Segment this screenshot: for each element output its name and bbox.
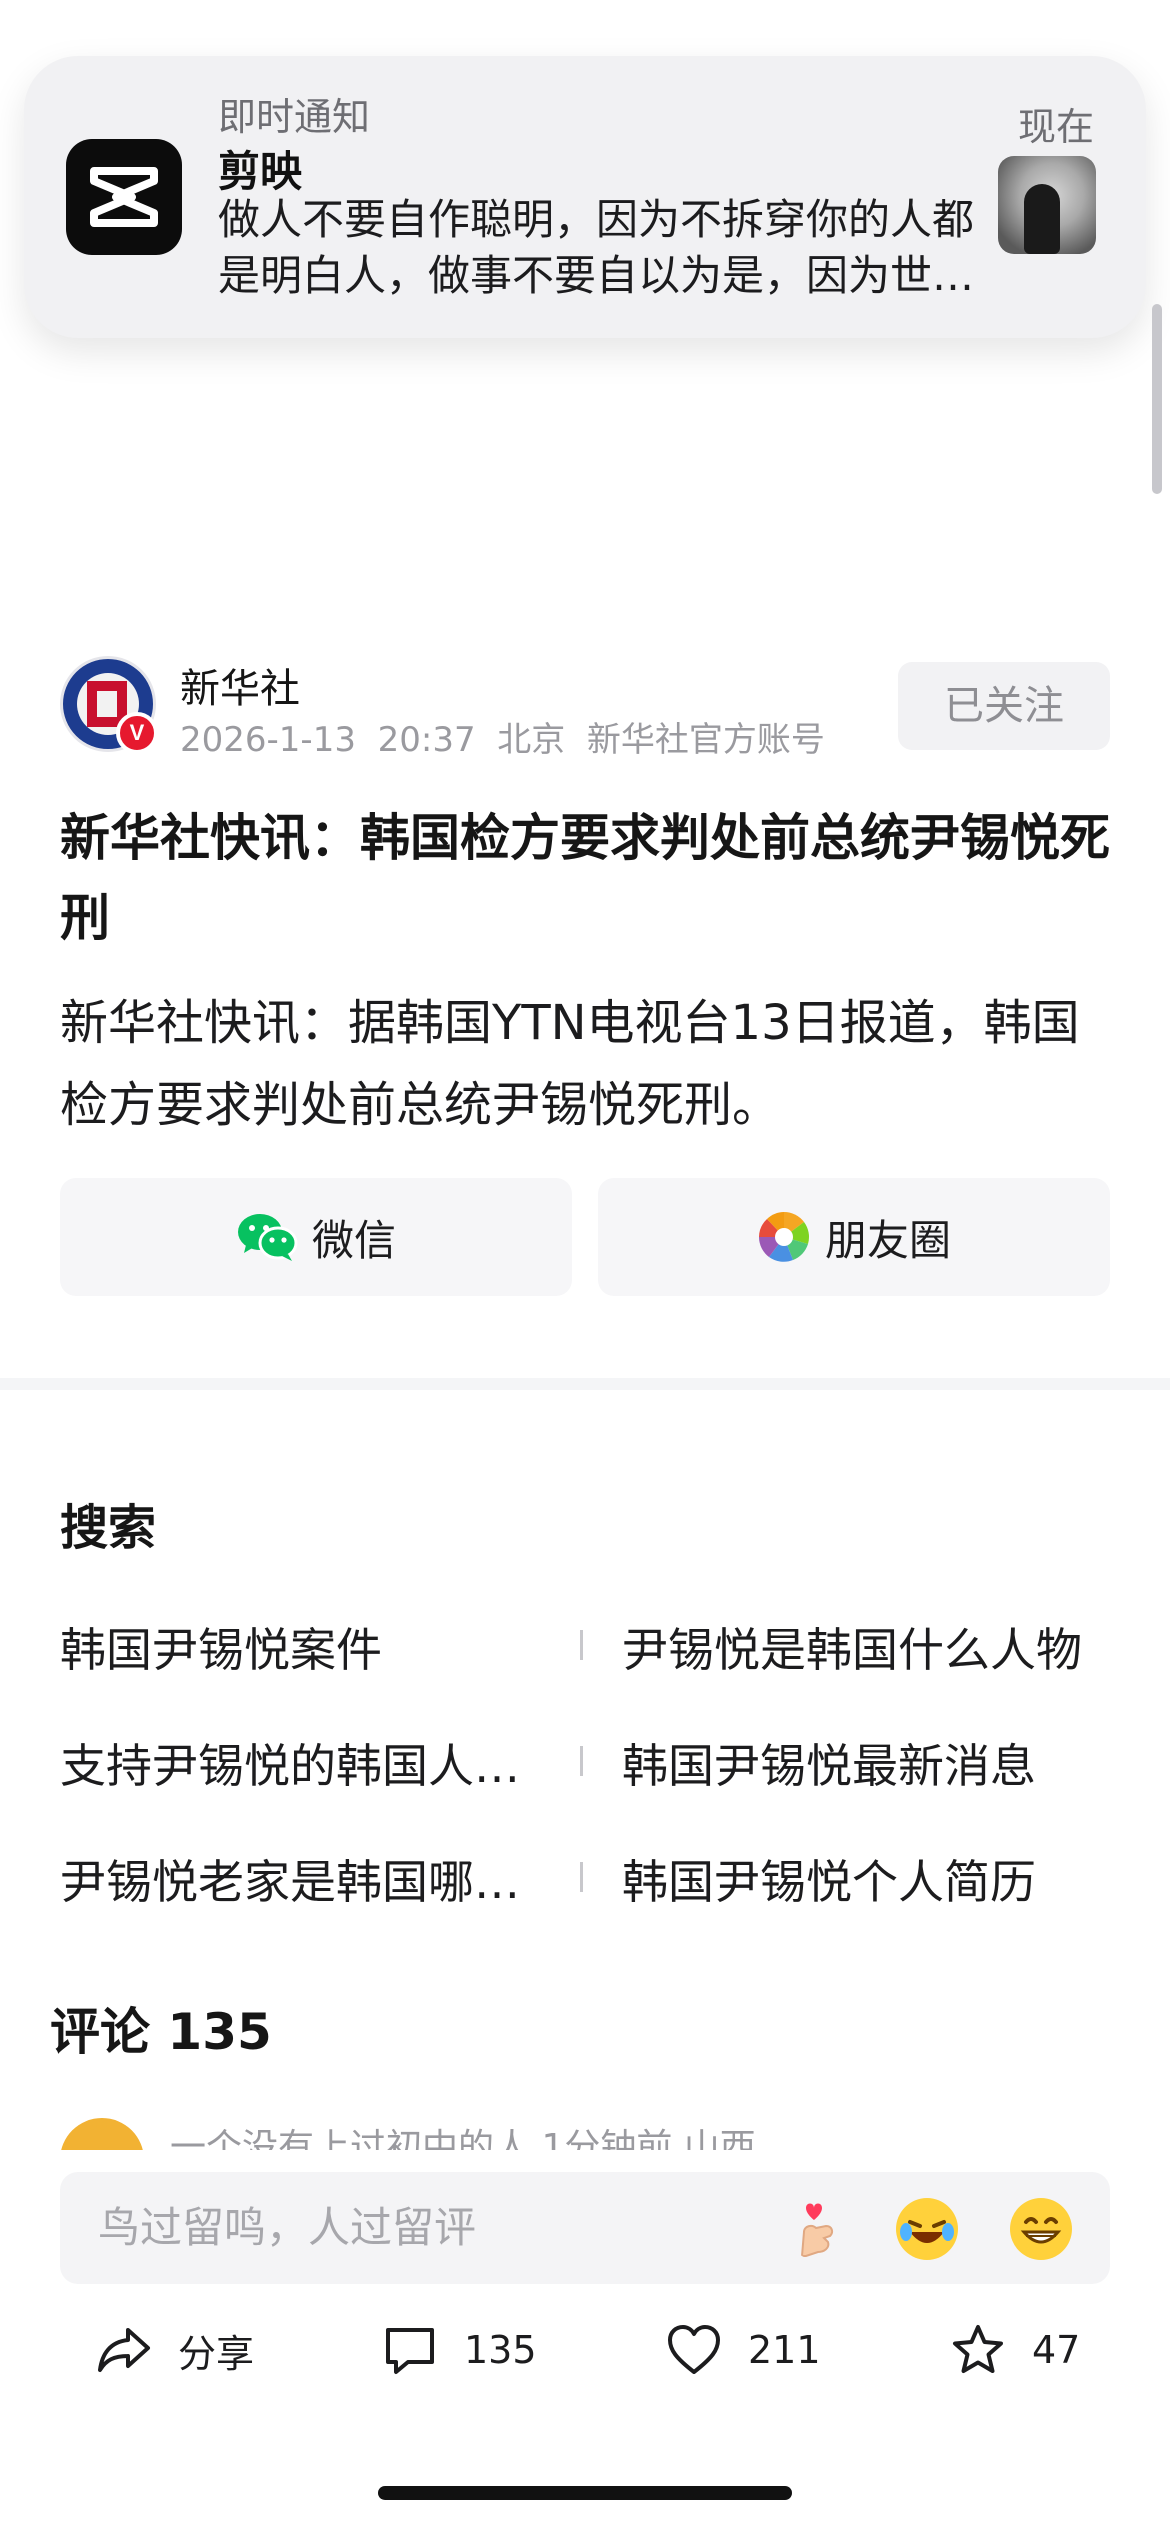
favorite-action[interactable]: 47	[950, 2314, 1080, 2386]
article-body: 新华社快讯：据韩国YTN电视台13日报道，韩国检方要求判处前总统尹锡悦死刑。	[60, 995, 1080, 1133]
comment-input[interactable]: 鸟过留鸣，人过留评	[60, 2172, 1110, 2284]
search-divider	[580, 1630, 583, 1660]
search-suggestion[interactable]: 尹锡悦老家是韩国哪里人	[60, 1846, 540, 1912]
share-wechat-label: 微信	[311, 1215, 396, 1265]
follow-button[interactable]: 已关注	[898, 662, 1110, 750]
share-action-label: 分享	[178, 2331, 255, 2376]
comment-preview[interactable]: 一个没有上过初中的人 1分钟前 山西	[0, 2108, 1170, 2150]
notification-banner[interactable]: 即时通知 剪映 做人不要自作聪明，因为不拆穿你的人都是明白人，做事不要自以为是，…	[24, 56, 1146, 338]
grinning-emoji-icon[interactable]	[1010, 2198, 1072, 2260]
article-title: 新华社快讯：韩国检方要求判处前总统尹锡悦死刑	[60, 809, 1110, 947]
search-suggestion[interactable]: 韩国尹锡悦案件	[60, 1614, 560, 1680]
author-meta: 2026-1-13 20:37 北京 新华社官方账号	[180, 712, 825, 761]
capcut-icon	[66, 139, 182, 255]
notification-app-name: 剪映	[218, 147, 303, 196]
home-indicator[interactable]	[378, 2486, 792, 2500]
notification-time: 现在	[1017, 105, 1094, 149]
favorite-count: 47	[1032, 2328, 1081, 2372]
comment-input-placeholder: 鸟过留鸣，人过留评	[98, 2203, 477, 2252]
comment-bubble-icon	[386, 2328, 434, 2374]
share-moments-label: 朋友圈	[824, 1215, 951, 1265]
wechat-icon	[237, 1214, 298, 1261]
post-location: 北京	[497, 720, 566, 760]
share-action[interactable]: 分享	[96, 2314, 254, 2386]
post-date: 2026-1-13	[180, 720, 356, 760]
laughing-emoji-icon[interactable]	[896, 2198, 958, 2260]
search-divider	[580, 1746, 583, 1776]
like-count: 211	[748, 2328, 821, 2372]
moments-icon	[758, 1212, 809, 1262]
notification-message: 做人不要自作聪明，因为不拆穿你的人都是明白人，做事不要自以为是，因为世上聪明人很…	[218, 195, 975, 300]
account-type: 新华社官方账号	[586, 720, 825, 760]
verified-badge-icon: V	[116, 712, 158, 754]
search-divider	[580, 1862, 583, 1892]
like-action[interactable]: 211	[666, 2314, 821, 2386]
search-heading: 搜索	[60, 1500, 157, 1556]
commenter-avatar[interactable]	[60, 2118, 144, 2150]
search-suggestion[interactable]: 支持尹锡悦的韩国人多吗	[60, 1730, 540, 1796]
search-suggestion[interactable]: 尹锡悦是韩国什么人物	[622, 1614, 1122, 1680]
share-wechat-button[interactable]: 微信	[60, 1178, 572, 1296]
post-time: 20:37	[377, 720, 476, 760]
commenter-meta: 一个没有上过初中的人 1分钟前 山西	[170, 2127, 756, 2150]
search-suggestion[interactable]: 韩国尹锡悦个人简历	[622, 1846, 1122, 1912]
author-name[interactable]: 新华社	[180, 656, 300, 714]
share-moments-button[interactable]: 朋友圈	[598, 1178, 1110, 1296]
search-suggestion[interactable]: 韩国尹锡悦最新消息	[622, 1730, 1122, 1796]
scroll-indicator[interactable]	[1152, 304, 1162, 494]
notification-thumbnail	[998, 156, 1096, 254]
finger-heart-emoji-icon[interactable]	[786, 2198, 848, 2260]
comment-count: 135	[464, 2328, 537, 2372]
section-divider	[0, 1378, 1170, 1390]
heart-icon	[668, 2325, 720, 2374]
notification-category: 即时通知	[218, 95, 371, 139]
share-arrow-icon	[98, 2328, 150, 2372]
comments-heading: 评论 135	[50, 2003, 272, 2061]
comment-action[interactable]: 135	[382, 2314, 537, 2386]
star-icon	[953, 2325, 1003, 2373]
